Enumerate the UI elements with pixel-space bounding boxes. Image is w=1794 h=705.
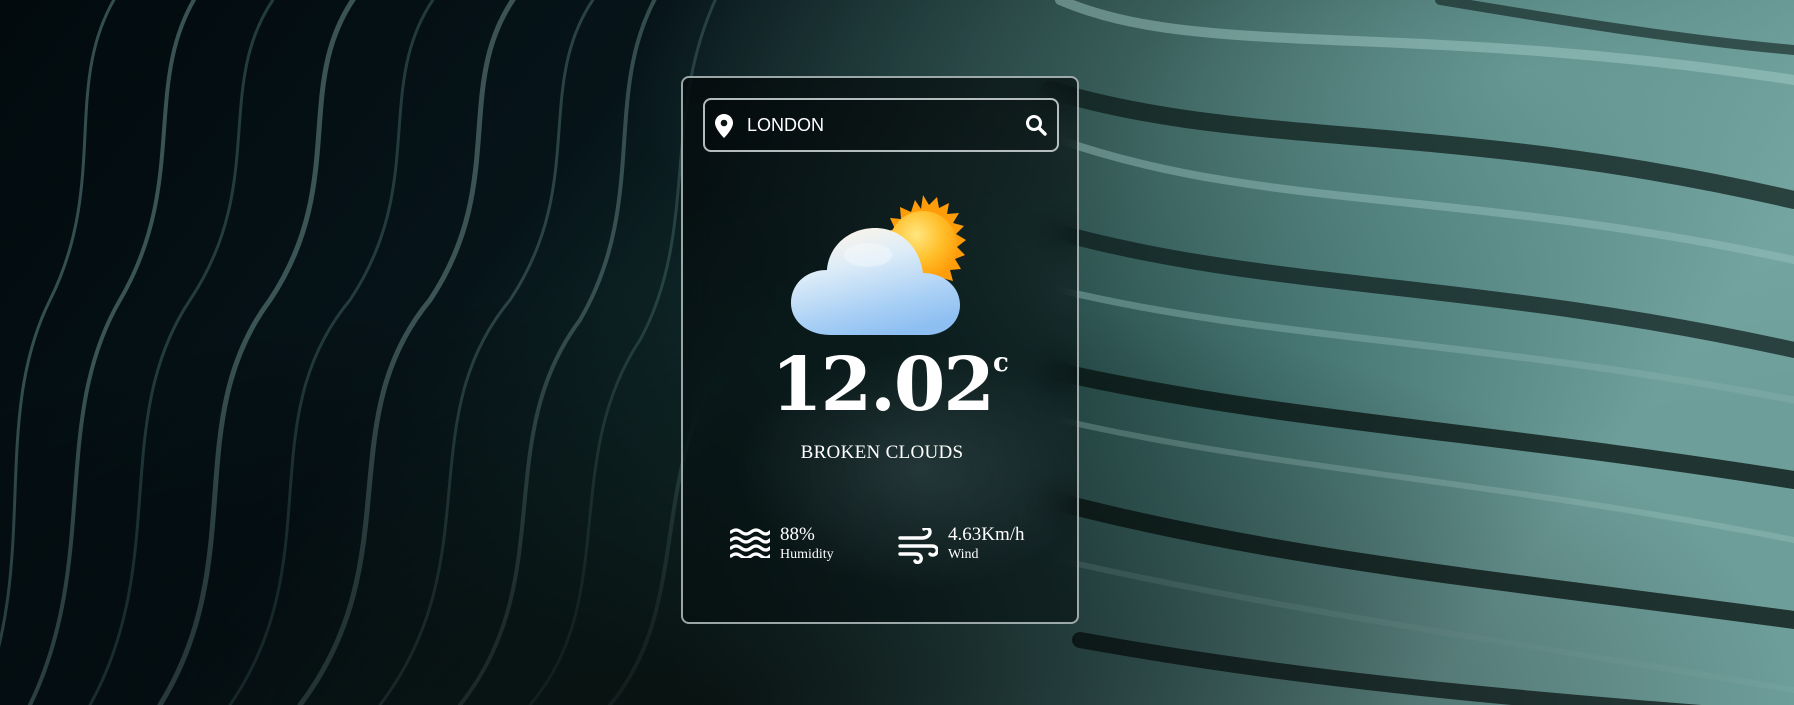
humidity-label: Humidity	[780, 547, 834, 562]
app-root: 12.02c BROKEN CLOUDS 88% Humidity	[0, 0, 1794, 705]
humidity-text: 88% Humidity	[780, 524, 834, 564]
location-pin-icon	[715, 114, 733, 138]
weather-card: 12.02c BROKEN CLOUDS 88% Humidity	[681, 76, 1079, 624]
location-search-input[interactable]	[747, 108, 1012, 142]
humidity-waves-icon	[730, 528, 770, 558]
partly-cloudy-icon	[791, 195, 966, 335]
temperature-unit: c	[993, 348, 1009, 378]
weather-details: 88% Humidity 4.63Km/h Wind	[683, 524, 1077, 574]
search-icon[interactable]	[1025, 114, 1047, 136]
wind-text: 4.63Km/h Wind	[948, 524, 1025, 564]
humidity-value: 88%	[780, 524, 815, 545]
weather-description: BROKEN CLOUDS	[800, 442, 964, 463]
wind-icon	[898, 528, 938, 564]
wind-label: Wind	[948, 547, 979, 562]
search-bar[interactable]	[703, 98, 1059, 152]
wind-value: 4.63Km/h	[948, 524, 1025, 545]
temperature-block: 12.02 c	[683, 342, 1077, 428]
temperature-value: 12.02 c	[771, 342, 1009, 428]
